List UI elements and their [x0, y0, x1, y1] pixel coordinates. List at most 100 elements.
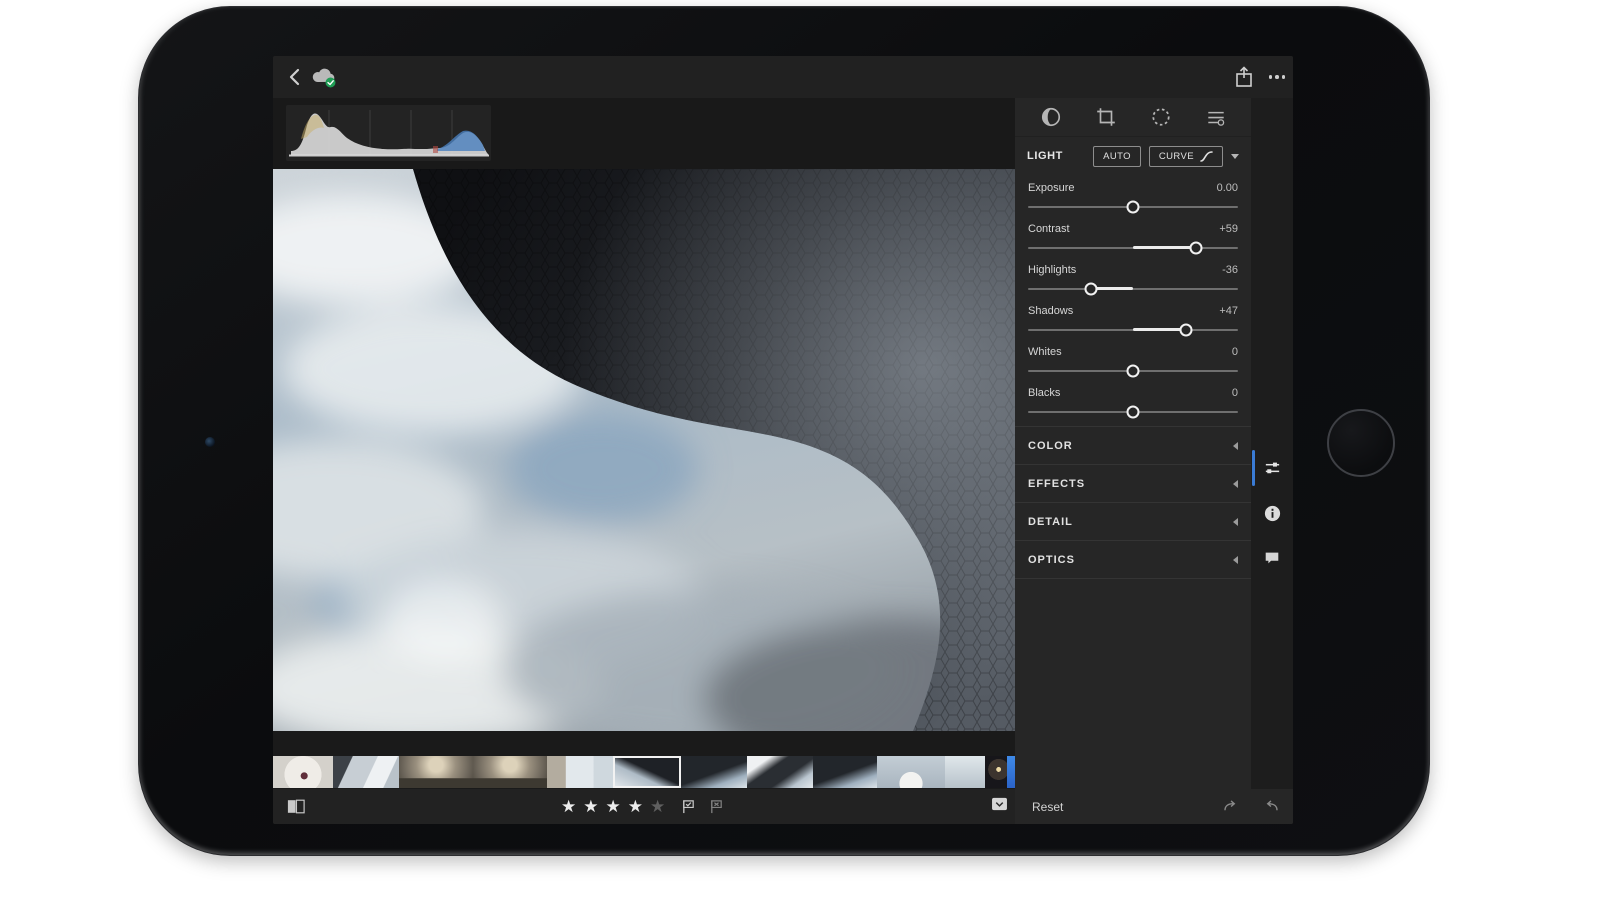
slider-label: Highlights [1028, 264, 1076, 276]
star-rating[interactable]: ★ ★ ★ ★ ★ [561, 789, 665, 824]
edit-toolbar [1015, 98, 1251, 137]
slider-label: Blacks [1028, 387, 1060, 399]
edit-sliders-icon[interactable] [1251, 448, 1293, 488]
star-3[interactable]: ★ [606, 798, 621, 815]
photo-canvas[interactable] [273, 169, 1015, 731]
filmstrip-thumbnail[interactable] [945, 756, 985, 788]
expand-chevron-icon [1233, 518, 1238, 526]
curve-icon [1200, 151, 1213, 162]
comments-icon[interactable] [1251, 538, 1293, 578]
star-4[interactable]: ★ [628, 798, 643, 815]
flag-pick-icon[interactable] [681, 799, 696, 814]
top-bar [273, 56, 1293, 98]
slider-label: Exposure [1028, 182, 1074, 194]
before-after-icon[interactable] [287, 799, 305, 814]
star-2[interactable]: ★ [583, 798, 598, 815]
reset-button[interactable]: Reset [1032, 800, 1063, 814]
undo-icon[interactable] [1262, 800, 1279, 813]
side-rail [1251, 98, 1293, 789]
redo-icon[interactable] [1223, 800, 1240, 813]
slider-knob[interactable] [1127, 405, 1140, 418]
slider-shadows: Shadows +47 [1028, 300, 1238, 336]
share-icon[interactable] [1233, 65, 1255, 89]
crop-rotate-icon[interactable] [1095, 106, 1117, 128]
slider-knob[interactable] [1179, 323, 1192, 336]
more-options-icon[interactable] [1266, 70, 1288, 84]
main-area [273, 98, 1015, 789]
filmstrip-thumbnail[interactable] [399, 756, 473, 788]
filmstrip-thumbnail[interactable] [473, 756, 547, 788]
front-camera [205, 437, 215, 447]
panel-optics[interactable]: OPTICS [1015, 541, 1251, 579]
slider-value: -36 [1222, 264, 1238, 276]
filmstrip-thumbnail[interactable] [681, 756, 747, 788]
filmstrip-thumbnail[interactable] [877, 756, 945, 788]
slider-value: 0 [1232, 387, 1238, 399]
filmstrip-thumbnail[interactable] [333, 756, 399, 788]
home-button[interactable] [1327, 409, 1395, 477]
panel-detail[interactable]: DETAIL [1015, 503, 1251, 541]
bottom-bar-left: ★ ★ ★ ★ ★ [273, 789, 1015, 824]
slider-track[interactable] [1028, 323, 1238, 336]
panel-color[interactable]: COLOR [1015, 427, 1251, 465]
slider-value: 0.00 [1217, 182, 1238, 194]
slider-contrast: Contrast+59 [1028, 218, 1238, 254]
slider-value: 0 [1232, 346, 1238, 358]
cloud-sync-icon[interactable] [311, 65, 337, 89]
back-icon[interactable] [285, 66, 307, 88]
selective-edit-icon[interactable] [1150, 106, 1172, 128]
presets-icon[interactable] [1205, 106, 1227, 128]
edit-panel: LIGHT AUTO CURVE Exposure 0.00 Contrast+59… [1015, 98, 1251, 789]
slider-track[interactable] [1028, 200, 1238, 213]
filmstrip-thumbnail[interactable] [985, 756, 1007, 788]
slider-whites: Whites 0 [1028, 341, 1238, 377]
slider-blacks: Blacks 0 [1028, 382, 1238, 418]
tablet-bezel: LIGHT AUTO CURVE Exposure 0.00 Contrast+59… [138, 6, 1430, 856]
slider-track[interactable] [1028, 405, 1238, 418]
panel-label: DETAIL [1028, 516, 1073, 528]
light-header: LIGHT AUTO CURVE [1015, 137, 1251, 175]
filmstrip-collapse-icon[interactable] [991, 797, 1008, 811]
slider-value: +59 [1219, 223, 1238, 235]
filmstrip-thumbnail[interactable] [273, 756, 333, 788]
slider-highlights: Highlights -36 [1028, 259, 1238, 295]
filmstrip-thumbnail[interactable] [747, 756, 813, 788]
star-5[interactable]: ★ [650, 798, 665, 815]
slider-label: Whites [1028, 346, 1062, 358]
slider-value: +47 [1219, 305, 1238, 317]
panel-effects[interactable]: EFFECTS [1015, 465, 1251, 503]
collapsed-panels: COLOR EFFECTS DETAIL OPTICS [1015, 426, 1251, 579]
curve-dropdown-icon[interactable] [1231, 154, 1239, 159]
profiles-icon[interactable] [1040, 106, 1062, 128]
bottom-bar: ★ ★ ★ ★ ★ [273, 789, 1293, 824]
filmstrip[interactable] [273, 756, 1015, 788]
slider-label: Shadows [1028, 305, 1073, 317]
expand-chevron-icon [1233, 480, 1238, 488]
slider-track[interactable] [1028, 241, 1238, 254]
histogram-graphic[interactable] [286, 105, 491, 161]
star-1[interactable]: ★ [561, 798, 576, 815]
expand-chevron-icon [1233, 442, 1238, 450]
page: { "colors": { "accent_blue": "#3a7bd5", … [0, 0, 1600, 900]
app-screen: LIGHT AUTO CURVE Exposure 0.00 Contrast+59… [273, 56, 1293, 824]
slider-knob[interactable] [1190, 241, 1203, 254]
auto-button[interactable]: AUTO [1093, 146, 1141, 167]
curve-button[interactable]: CURVE [1149, 146, 1223, 167]
light-panel-title: LIGHT [1027, 150, 1085, 162]
slider-knob[interactable] [1085, 282, 1098, 295]
filmstrip-thumbnail-selected[interactable] [613, 756, 681, 788]
filmstrip-thumbnail-partial[interactable] [1007, 756, 1015, 788]
slider-exposure: Exposure 0.00 [1028, 177, 1238, 213]
bottom-bar-right: Reset [1015, 789, 1293, 824]
panel-label: EFFECTS [1028, 478, 1085, 490]
filmstrip-thumbnail[interactable] [813, 756, 877, 788]
slider-track[interactable] [1028, 364, 1238, 377]
slider-knob[interactable] [1127, 200, 1140, 213]
filmstrip-thumbnail[interactable] [547, 756, 613, 788]
histogram-strip [273, 98, 1015, 169]
flag-reject-icon[interactable] [709, 799, 724, 814]
slider-track[interactable] [1028, 282, 1238, 295]
slider-knob[interactable] [1127, 364, 1140, 377]
panel-label: OPTICS [1028, 554, 1075, 566]
info-icon[interactable] [1251, 493, 1293, 533]
